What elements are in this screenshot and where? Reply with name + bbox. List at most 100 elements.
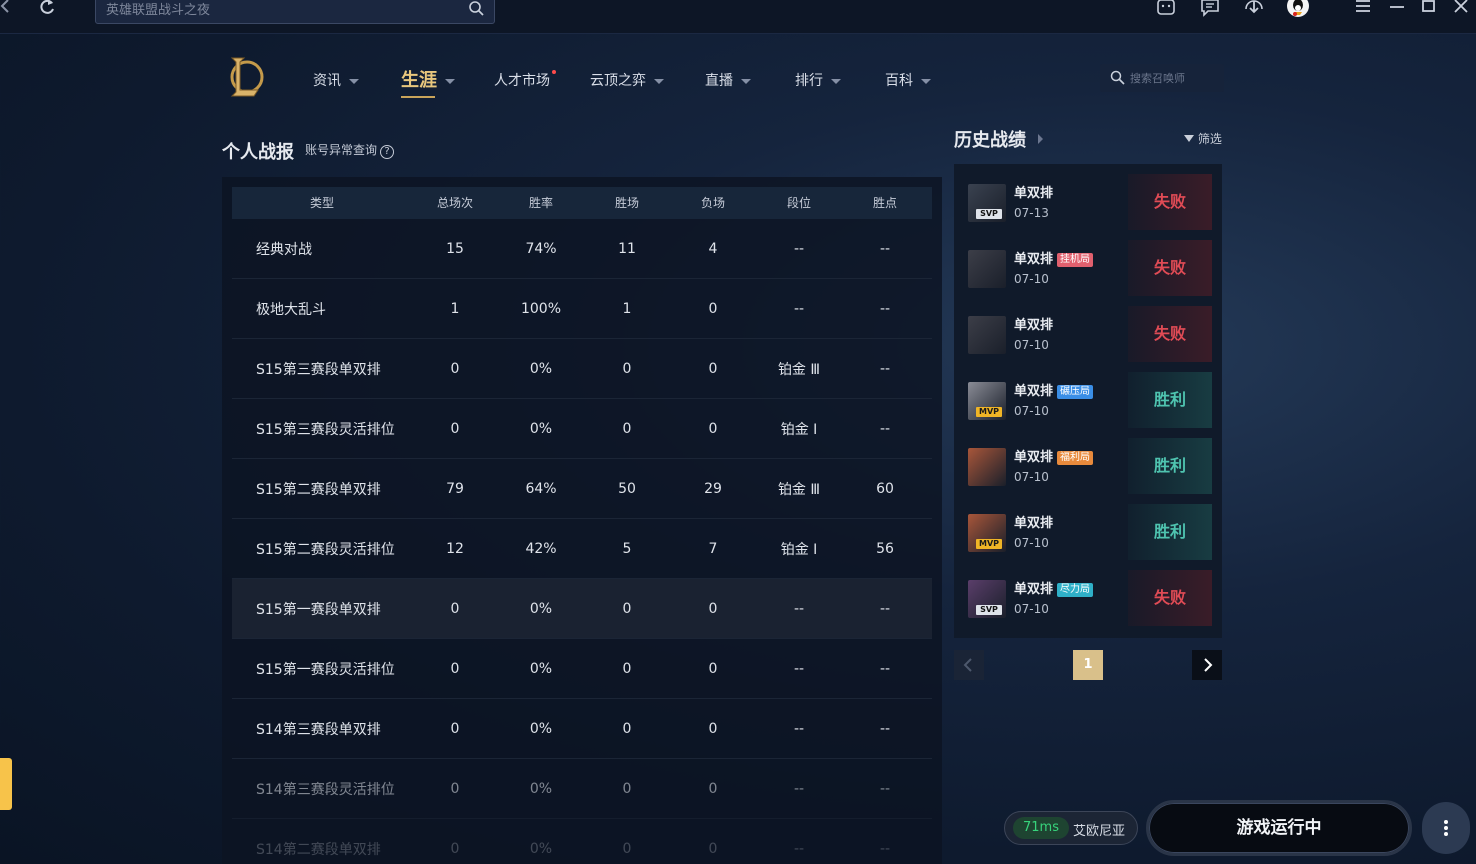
chevron-down-icon bbox=[831, 78, 841, 84]
stat-cell: 0 bbox=[708, 660, 718, 677]
stat-cell: 15 bbox=[446, 240, 464, 257]
chat-icon[interactable] bbox=[1200, 0, 1220, 17]
lol-logo[interactable] bbox=[226, 56, 266, 98]
more-dot bbox=[1444, 832, 1448, 836]
queue-type-cell: S15第二赛段灵活排位 bbox=[256, 541, 395, 558]
match-mode-line: 单双排 碾压局 bbox=[1014, 380, 1094, 399]
stat-cell: 12 bbox=[446, 540, 464, 557]
match-item[interactable]: MVP 单双排 07-10 胜利 bbox=[964, 504, 1212, 562]
match-date: 07-10 bbox=[1014, 536, 1049, 550]
search-icon[interactable] bbox=[1110, 70, 1125, 89]
back-icon[interactable] bbox=[0, 0, 10, 18]
stat-cell: 74% bbox=[525, 240, 557, 257]
user-avatar-icon[interactable] bbox=[1286, 0, 1310, 17]
chevron-down-icon bbox=[445, 78, 455, 84]
next-page-button[interactable] bbox=[1192, 650, 1222, 680]
top-search-input[interactable] bbox=[106, 1, 456, 19]
active-underline bbox=[401, 96, 435, 98]
history-title[interactable]: 历史战绩 bbox=[954, 126, 1044, 152]
table-row[interactable]: S14第三赛段单双排 0 0% 0 0 -- -- bbox=[232, 699, 932, 759]
nav-item-wiki[interactable]: 百科 bbox=[885, 70, 931, 90]
chevron-down-icon bbox=[654, 78, 664, 84]
more-options-button[interactable] bbox=[1422, 802, 1470, 854]
match-item[interactable]: MVP 单双排 碾压局 07-10 胜利 bbox=[964, 372, 1212, 430]
nav-item-tft[interactable]: 云顶之弈 bbox=[590, 70, 664, 90]
champion-avatar bbox=[968, 448, 1006, 486]
personal-record-title: 个人战报 bbox=[222, 142, 294, 163]
summoner-search-box[interactable] bbox=[1100, 64, 1224, 92]
stat-cell: -- bbox=[793, 840, 805, 857]
performance-badge: MVP bbox=[976, 539, 1002, 549]
match-date: 07-13 bbox=[1014, 206, 1049, 220]
stat-cell: 铂金 Ⅲ bbox=[777, 361, 821, 378]
nav-item-news[interactable]: 资讯 bbox=[313, 70, 359, 90]
match-result: 失败 bbox=[1128, 240, 1212, 296]
stat-cell: 0 bbox=[622, 840, 632, 857]
stat-cell: 0 bbox=[708, 420, 718, 437]
match-item[interactable]: 单双排 福利局 07-10 胜利 bbox=[964, 438, 1212, 496]
stat-cell: -- bbox=[793, 300, 805, 317]
match-result: 胜利 bbox=[1128, 504, 1212, 560]
mailbox-icon[interactable] bbox=[1156, 0, 1176, 17]
match-mode-line: 单双排 bbox=[1014, 182, 1053, 201]
nav-item-career[interactable]: 生涯 bbox=[401, 66, 455, 98]
stat-cell: -- bbox=[793, 780, 805, 797]
match-item[interactable]: 单双排 07-10 失败 bbox=[964, 306, 1212, 364]
top-search-box[interactable] bbox=[95, 0, 495, 24]
table-row[interactable]: S15第一赛段单双排 0 0% 0 0 -- -- bbox=[232, 579, 932, 639]
filter-icon bbox=[1184, 135, 1194, 142]
table-row[interactable]: S14第二赛段单双排 0 0% 0 0 -- -- bbox=[232, 819, 932, 864]
champion-avatar bbox=[968, 316, 1006, 354]
download-icon[interactable] bbox=[1242, 0, 1266, 17]
performance-badge: SVP bbox=[976, 605, 1002, 615]
prev-page-button[interactable] bbox=[954, 650, 984, 680]
chevron-down-icon bbox=[921, 78, 931, 84]
match-mode-line: 单双排 挂机局 bbox=[1014, 248, 1094, 267]
title-bar bbox=[0, 0, 1476, 34]
side-float-tab[interactable] bbox=[0, 758, 12, 810]
stat-cell: 0 bbox=[622, 420, 632, 437]
help-icon[interactable]: ? bbox=[380, 145, 395, 159]
minimize-icon[interactable] bbox=[1388, 0, 1406, 18]
stat-cell: 4 bbox=[708, 240, 718, 257]
table-row[interactable]: S15第三赛段单双排 0 0% 0 0 铂金 Ⅲ -- bbox=[232, 339, 932, 399]
refresh-icon[interactable] bbox=[38, 0, 56, 18]
account-check-link[interactable]: 账号异常查询? bbox=[305, 141, 395, 159]
nav-item-talent-market[interactable]: 人才市场 bbox=[494, 70, 556, 90]
match-item[interactable]: SVP 单双排 尽力局 07-10 失败 bbox=[964, 570, 1212, 628]
stat-cell: -- bbox=[879, 300, 891, 317]
stat-cell: 1 bbox=[622, 300, 632, 317]
stat-cell: 0 bbox=[622, 360, 632, 377]
page-number[interactable]: 1 bbox=[1073, 650, 1103, 680]
column-header: 负场 bbox=[700, 196, 725, 210]
match-mode-line: 单双排 尽力局 bbox=[1014, 578, 1094, 597]
match-item[interactable]: SVP 单双排 07-13 失败 bbox=[964, 174, 1212, 232]
nav-item-ranking[interactable]: 排行 bbox=[795, 70, 841, 90]
table-row[interactable]: S15第二赛段单双排 79 64% 50 29 铂金 Ⅲ 60 bbox=[232, 459, 932, 519]
match-date: 07-10 bbox=[1014, 470, 1049, 484]
stat-cell: 0 bbox=[708, 360, 718, 377]
table-row[interactable]: S15第二赛段灵活排位 12 42% 5 7 铂金 Ⅰ 56 bbox=[232, 519, 932, 579]
search-icon[interactable] bbox=[468, 0, 484, 20]
stat-cell: 0% bbox=[529, 840, 553, 857]
table-body: 经典对战 15 74% 11 4 -- -- 极地大乱斗 1 100% 1 0 -- -- S15第三赛段单… bbox=[232, 219, 932, 864]
table-row[interactable]: S15第三赛段灵活排位 0 0% 0 0 铂金 Ⅰ -- bbox=[232, 399, 932, 459]
menu-icon[interactable] bbox=[1354, 0, 1372, 18]
chevron-right-icon bbox=[1038, 134, 1044, 144]
match-mode: 单双排 bbox=[1014, 516, 1054, 531]
match-item[interactable]: 单双排 挂机局 07-10 失败 bbox=[964, 240, 1212, 298]
table-row[interactable]: 经典对战 15 74% 11 4 -- -- bbox=[232, 219, 932, 279]
close-icon[interactable] bbox=[1452, 0, 1470, 18]
table-row[interactable]: S14第三赛段灵活排位 0 0% 0 0 -- -- bbox=[232, 759, 932, 819]
restore-icon[interactable] bbox=[1420, 0, 1438, 18]
server-status[interactable]: 71ms 艾欧尼亚 bbox=[1004, 811, 1138, 845]
queue-type-cell: S15第三赛段灵活排位 bbox=[256, 421, 395, 438]
table-row[interactable]: 极地大乱斗 1 100% 1 0 -- -- bbox=[232, 279, 932, 339]
nav-label: 排行 bbox=[795, 73, 823, 89]
summoner-search-input[interactable] bbox=[1130, 70, 1218, 86]
stat-cell: 0% bbox=[529, 780, 553, 797]
nav-item-live[interactable]: 直播 bbox=[705, 70, 751, 90]
filter-button[interactable]: 筛选 bbox=[1184, 130, 1222, 147]
game-status-button[interactable]: 游戏运行中 bbox=[1146, 800, 1412, 856]
table-row[interactable]: S15第一赛段灵活排位 0 0% 0 0 -- -- bbox=[232, 639, 932, 699]
